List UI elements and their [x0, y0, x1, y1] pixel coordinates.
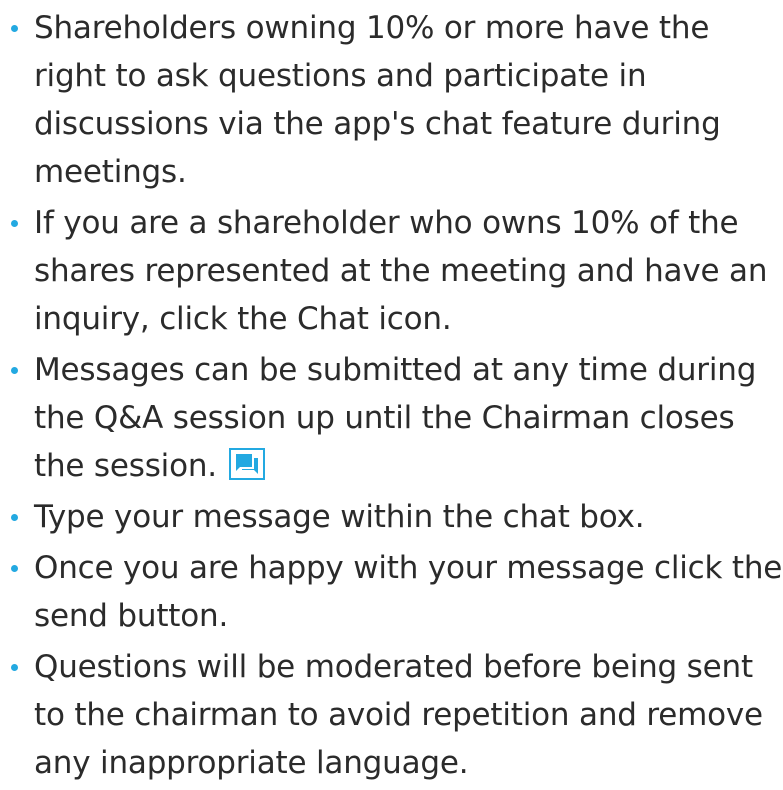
list-item: If you are a shareholder who owns 10% of…: [0, 199, 783, 343]
list-item: Type your message within the chat box.: [0, 493, 783, 541]
instruction-list: Shareholders owning 10% or more have the…: [0, 4, 783, 790]
list-item: Shareholders owning 10% or more have the…: [0, 4, 783, 196]
bullet-icon: [11, 220, 18, 227]
list-item-text: Questions will be moderated before being…: [34, 649, 763, 781]
list-item-text: Type your message within the chat box.: [34, 499, 645, 535]
list-item-text: Messages can be submitted at any time du…: [34, 352, 757, 484]
bullet-icon: [11, 367, 18, 374]
list-item-text: Once you are happy with your message cli…: [34, 550, 783, 634]
chat-icon[interactable]: [228, 448, 265, 480]
bullet-icon: [11, 664, 18, 671]
bullet-icon: [11, 514, 18, 521]
list-item-text: If you are a shareholder who owns 10% of…: [34, 205, 768, 337]
list-item: Once you are happy with your message cli…: [0, 544, 783, 640]
list-item: Messages can be submitted at any time du…: [0, 346, 783, 490]
bullet-icon: [11, 25, 18, 32]
bullet-icon: [11, 565, 18, 572]
list-item-text: Shareholders owning 10% or more have the…: [34, 10, 721, 190]
list-item: Questions will be moderated before being…: [0, 643, 783, 787]
